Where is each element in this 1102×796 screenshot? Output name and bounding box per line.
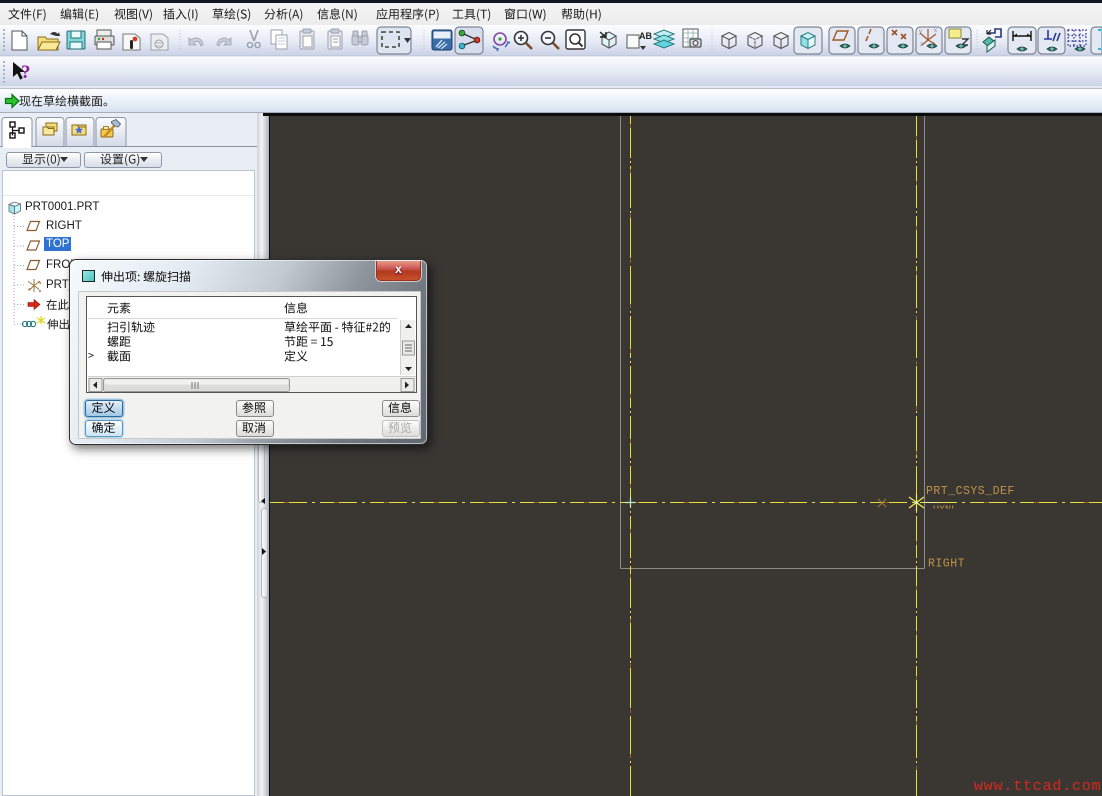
svg-text:?: ? bbox=[21, 62, 31, 83]
svg-text:x: x bbox=[934, 28, 937, 34]
svg-text:y: y bbox=[919, 29, 922, 35]
svg-text:UXNL: UXNL bbox=[933, 505, 957, 516]
svg-text:PRT_CSYS_DEF: PRT_CSYS_DEF bbox=[926, 485, 1015, 498]
svg-text:z: z bbox=[920, 42, 923, 48]
svg-text:RIGHT: RIGHT bbox=[928, 558, 965, 571]
svg-text:AB: AB bbox=[639, 31, 652, 41]
